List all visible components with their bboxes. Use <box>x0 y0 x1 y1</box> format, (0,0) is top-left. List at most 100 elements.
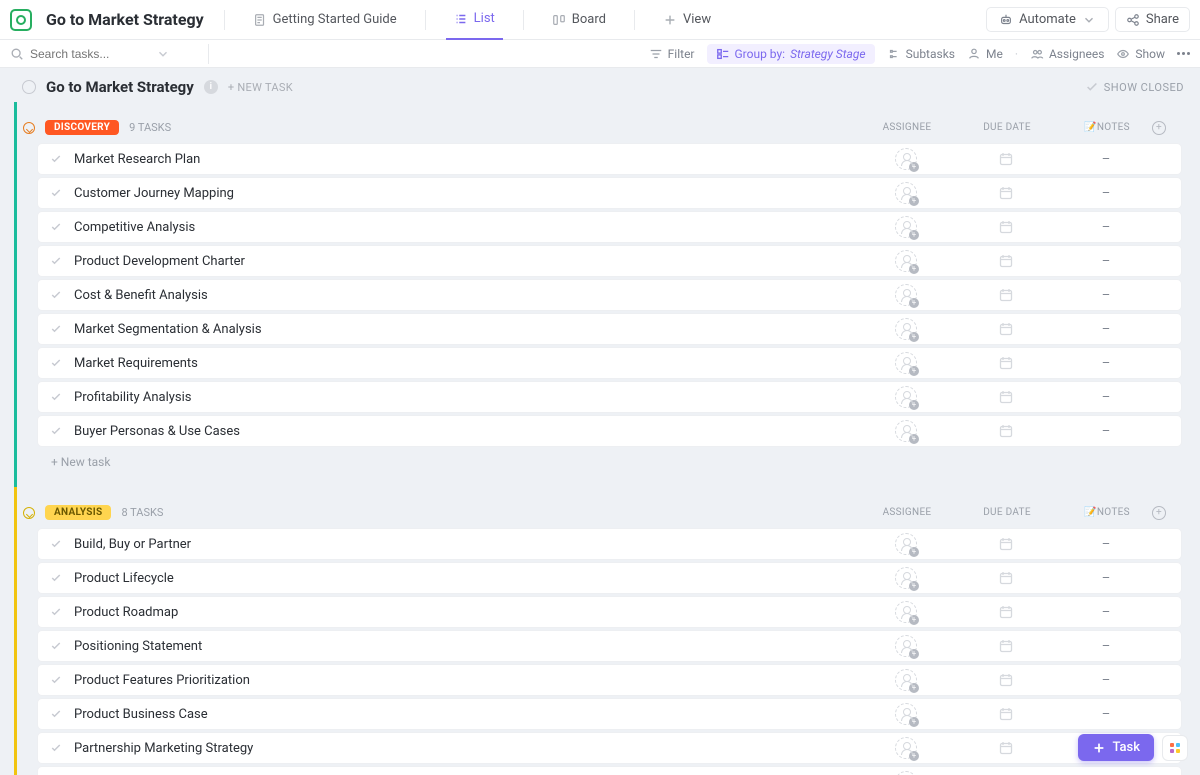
assignees-button[interactable]: Assignees <box>1030 47 1104 61</box>
group-by-button[interactable]: Group by: Strategy Stage <box>707 44 875 64</box>
task-row[interactable]: Product Lifecycle+– <box>37 562 1182 594</box>
due-date-cell[interactable] <box>951 423 1061 439</box>
notes-cell[interactable]: – <box>1061 288 1151 303</box>
due-date-cell[interactable] <box>951 536 1061 552</box>
notes-cell[interactable]: – <box>1061 322 1151 337</box>
task-complete-checkbox[interactable] <box>50 153 62 165</box>
task-row[interactable]: Cost & Benefit Analysis+– <box>37 279 1182 311</box>
notes-cell[interactable]: – <box>1061 605 1151 620</box>
getting-started-guide-button[interactable]: Getting Started Guide <box>245 8 405 31</box>
notes-cell[interactable]: – <box>1061 186 1151 201</box>
new-task-inline-button[interactable]: + NEW TASK <box>228 81 293 94</box>
assignee-cell[interactable]: + <box>861 148 951 170</box>
task-row[interactable]: Market Requirements+– <box>37 347 1182 379</box>
col-header-due-date[interactable]: DUE DATE <box>952 122 1062 133</box>
notes-cell[interactable]: – <box>1061 220 1151 235</box>
task-row[interactable]: Buyer Personas & Use Cases+– <box>37 415 1182 447</box>
show-closed-button[interactable]: SHOW CLOSED <box>1085 80 1184 94</box>
due-date-cell[interactable] <box>951 638 1061 654</box>
assignee-cell[interactable]: + <box>861 567 951 589</box>
notes-cell[interactable]: – <box>1061 254 1151 269</box>
task-row[interactable]: Product Roadmap+– <box>37 596 1182 628</box>
assignee-cell[interactable]: + <box>861 737 951 759</box>
show-button[interactable]: Show <box>1116 47 1165 61</box>
add-column-button[interactable]: + <box>1152 506 1182 520</box>
assignee-cell[interactable]: + <box>861 352 951 374</box>
list-status-icon[interactable] <box>22 80 36 94</box>
assignee-cell[interactable]: + <box>861 284 951 306</box>
task-row[interactable]: Product Business Case+– <box>37 698 1182 730</box>
notes-cell[interactable]: – <box>1061 639 1151 654</box>
task-row[interactable]: Product Features Prioritization+– <box>37 664 1182 696</box>
assignee-cell[interactable]: + <box>861 635 951 657</box>
col-header-notes[interactable]: 📝NOTES <box>1062 122 1152 133</box>
task-complete-checkbox[interactable] <box>50 323 62 335</box>
add-view-button[interactable]: View <box>655 8 719 31</box>
due-date-cell[interactable] <box>951 287 1061 303</box>
task-complete-checkbox[interactable] <box>50 674 62 686</box>
due-date-cell[interactable] <box>951 219 1061 235</box>
search-input[interactable] <box>30 47 150 61</box>
view-tab-board[interactable]: Board <box>544 8 614 31</box>
group-status-pill[interactable]: DISCOVERY <box>45 120 119 135</box>
task-complete-checkbox[interactable] <box>50 289 62 301</box>
notes-cell[interactable]: – <box>1061 537 1151 552</box>
task-complete-checkbox[interactable] <box>50 742 62 754</box>
due-date-cell[interactable] <box>951 253 1061 269</box>
new-task-row-button[interactable]: + New task <box>17 449 1190 483</box>
me-button[interactable]: Me <box>967 47 1003 61</box>
notes-cell[interactable]: – <box>1061 152 1151 167</box>
automate-button[interactable]: Automate <box>986 7 1109 32</box>
due-date-cell[interactable] <box>951 570 1061 586</box>
task-complete-checkbox[interactable] <box>50 708 62 720</box>
task-row[interactable]: Market Segmentation & Analysis+– <box>37 313 1182 345</box>
due-date-cell[interactable] <box>951 321 1061 337</box>
group-collapse-toggle[interactable] <box>23 122 35 134</box>
task-row[interactable]: Competitive Analysis+– <box>37 211 1182 243</box>
task-complete-checkbox[interactable] <box>50 357 62 369</box>
due-date-cell[interactable] <box>951 389 1061 405</box>
task-complete-checkbox[interactable] <box>50 572 62 584</box>
task-row[interactable]: Positioning Statement+– <box>37 630 1182 662</box>
apps-fab[interactable] <box>1162 735 1188 761</box>
assignee-cell[interactable]: + <box>861 703 951 725</box>
due-date-cell[interactable] <box>951 185 1061 201</box>
chevron-down-icon[interactable] <box>156 47 170 61</box>
assignee-cell[interactable]: + <box>861 318 951 340</box>
assignee-cell[interactable]: + <box>861 420 951 442</box>
task-row[interactable]: Build, Buy or Partner+– <box>37 528 1182 560</box>
new-task-fab[interactable]: Task <box>1078 734 1154 761</box>
task-row[interactable]: Market Research Plan+– <box>37 143 1182 175</box>
col-header-notes[interactable]: 📝NOTES <box>1062 507 1152 518</box>
col-header-due-date[interactable]: DUE DATE <box>952 507 1062 518</box>
search-box[interactable] <box>10 47 190 61</box>
assignee-cell[interactable]: + <box>861 386 951 408</box>
task-complete-checkbox[interactable] <box>50 425 62 437</box>
assignee-cell[interactable]: + <box>861 601 951 623</box>
assignee-cell[interactable]: + <box>861 250 951 272</box>
task-complete-checkbox[interactable] <box>50 255 62 267</box>
assignee-cell[interactable]: + <box>861 533 951 555</box>
task-row[interactable]: Partnership Marketing Strategy+– <box>37 732 1182 764</box>
col-header-assignee[interactable]: ASSIGNEE <box>862 122 952 133</box>
notes-cell[interactable]: – <box>1061 571 1151 586</box>
due-date-cell[interactable] <box>951 740 1061 756</box>
share-button[interactable]: Share <box>1115 7 1190 32</box>
task-complete-checkbox[interactable] <box>50 538 62 550</box>
main-scroll[interactable]: Go to Market Strategy i + NEW TASK SHOW … <box>0 68 1200 775</box>
assignee-cell[interactable]: + <box>861 216 951 238</box>
task-row[interactable]: Pricing Strategy+– <box>37 766 1182 775</box>
group-collapse-toggle[interactable] <box>23 507 35 519</box>
group-status-pill[interactable]: ANALYSIS <box>45 505 111 520</box>
filter-button[interactable]: Filter <box>649 47 695 61</box>
subtasks-button[interactable]: Subtasks <box>887 47 955 61</box>
task-complete-checkbox[interactable] <box>50 221 62 233</box>
assignee-cell[interactable]: + <box>861 182 951 204</box>
due-date-cell[interactable] <box>951 355 1061 371</box>
assignee-cell[interactable]: + <box>861 771 951 775</box>
due-date-cell[interactable] <box>951 672 1061 688</box>
notes-cell[interactable]: – <box>1061 707 1151 722</box>
notes-cell[interactable]: – <box>1061 356 1151 371</box>
view-tab-list[interactable]: List <box>446 0 503 40</box>
task-complete-checkbox[interactable] <box>50 187 62 199</box>
